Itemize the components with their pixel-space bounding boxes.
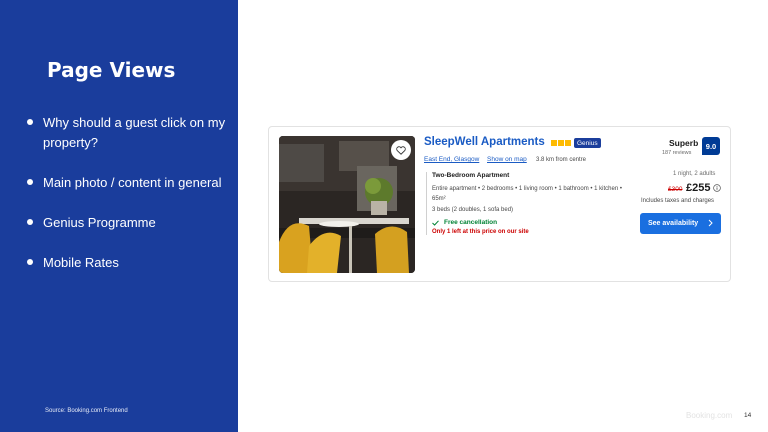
- bullet-dot: [27, 219, 33, 225]
- room-type: Two-Bedroom Apartment: [432, 172, 510, 179]
- original-price: £300: [668, 186, 683, 193]
- property-card[interactable]: SleepWell Apartments Genius East End, Gl…: [268, 126, 731, 282]
- stay-info: 1 night, 2 adults: [673, 171, 716, 177]
- heart-icon: [396, 145, 406, 155]
- review-score-badge: 9.0: [702, 137, 720, 155]
- left-panel: Page Views Why should a guest click on m…: [0, 0, 238, 432]
- property-photo[interactable]: [279, 136, 415, 273]
- chevron-right-icon: [708, 219, 713, 227]
- bullet-item: Main photo / content in general: [26, 173, 226, 193]
- bullet-dot: [27, 259, 33, 265]
- star-icon: [551, 140, 557, 146]
- tax-note: Includes taxes and charges: [641, 198, 715, 204]
- favorite-button[interactable]: [391, 140, 411, 160]
- free-cancellation: Free cancellation: [432, 219, 626, 226]
- show-on-map-link[interactable]: Show on map: [487, 156, 527, 163]
- star-icon: [565, 140, 571, 146]
- info-icon[interactable]: [713, 184, 721, 192]
- free-cancellation-label: Free cancellation: [444, 219, 498, 226]
- see-availability-button[interactable]: See availability: [640, 213, 721, 234]
- distance-text: 3.8 km from centre: [536, 157, 587, 163]
- genius-badge: Genius: [574, 138, 601, 148]
- slide-title: Page Views: [47, 58, 176, 82]
- check-icon: [432, 219, 439, 226]
- room-details: Two-Bedroom Apartment Entire apartment •…: [426, 172, 626, 235]
- bullet-text: Main photo / content in general: [43, 175, 222, 190]
- bullet-item: Mobile Rates: [26, 253, 226, 273]
- property-name-link[interactable]: SleepWell Apartments: [424, 136, 545, 148]
- location-link[interactable]: East End, Glasgow: [424, 156, 479, 163]
- see-availability-label: See availability: [648, 220, 699, 227]
- current-price: £255: [686, 182, 711, 194]
- bullet-item: Genius Programme: [26, 213, 226, 233]
- bullet-list: Why should a guest click on my property?…: [26, 113, 226, 293]
- bullet-text: Genius Programme: [43, 215, 156, 230]
- source-note: Source: Booking.com Frontend: [45, 408, 128, 414]
- footer-brand-logo: Booking.com: [686, 411, 733, 420]
- review-word: Superb: [669, 138, 699, 148]
- page-number: 14: [744, 412, 752, 419]
- room-description: Entire apartment • 2 bedrooms • 1 living…: [432, 186, 622, 202]
- bullet-dot: [27, 119, 33, 125]
- star-rating: [551, 140, 571, 146]
- bullet-text: Why should a guest click on my property?: [43, 115, 226, 150]
- bed-info: 3 beds (2 doubles, 1 sofa bed): [432, 207, 514, 213]
- star-icon: [558, 140, 564, 146]
- bullet-text: Mobile Rates: [43, 255, 119, 270]
- scarcity-message: Only 1 left at this price on our site: [432, 229, 529, 235]
- review-count: 187 reviews: [662, 150, 692, 156]
- bullet-dot: [27, 179, 33, 185]
- bullet-item: Why should a guest click on my property?: [26, 113, 226, 153]
